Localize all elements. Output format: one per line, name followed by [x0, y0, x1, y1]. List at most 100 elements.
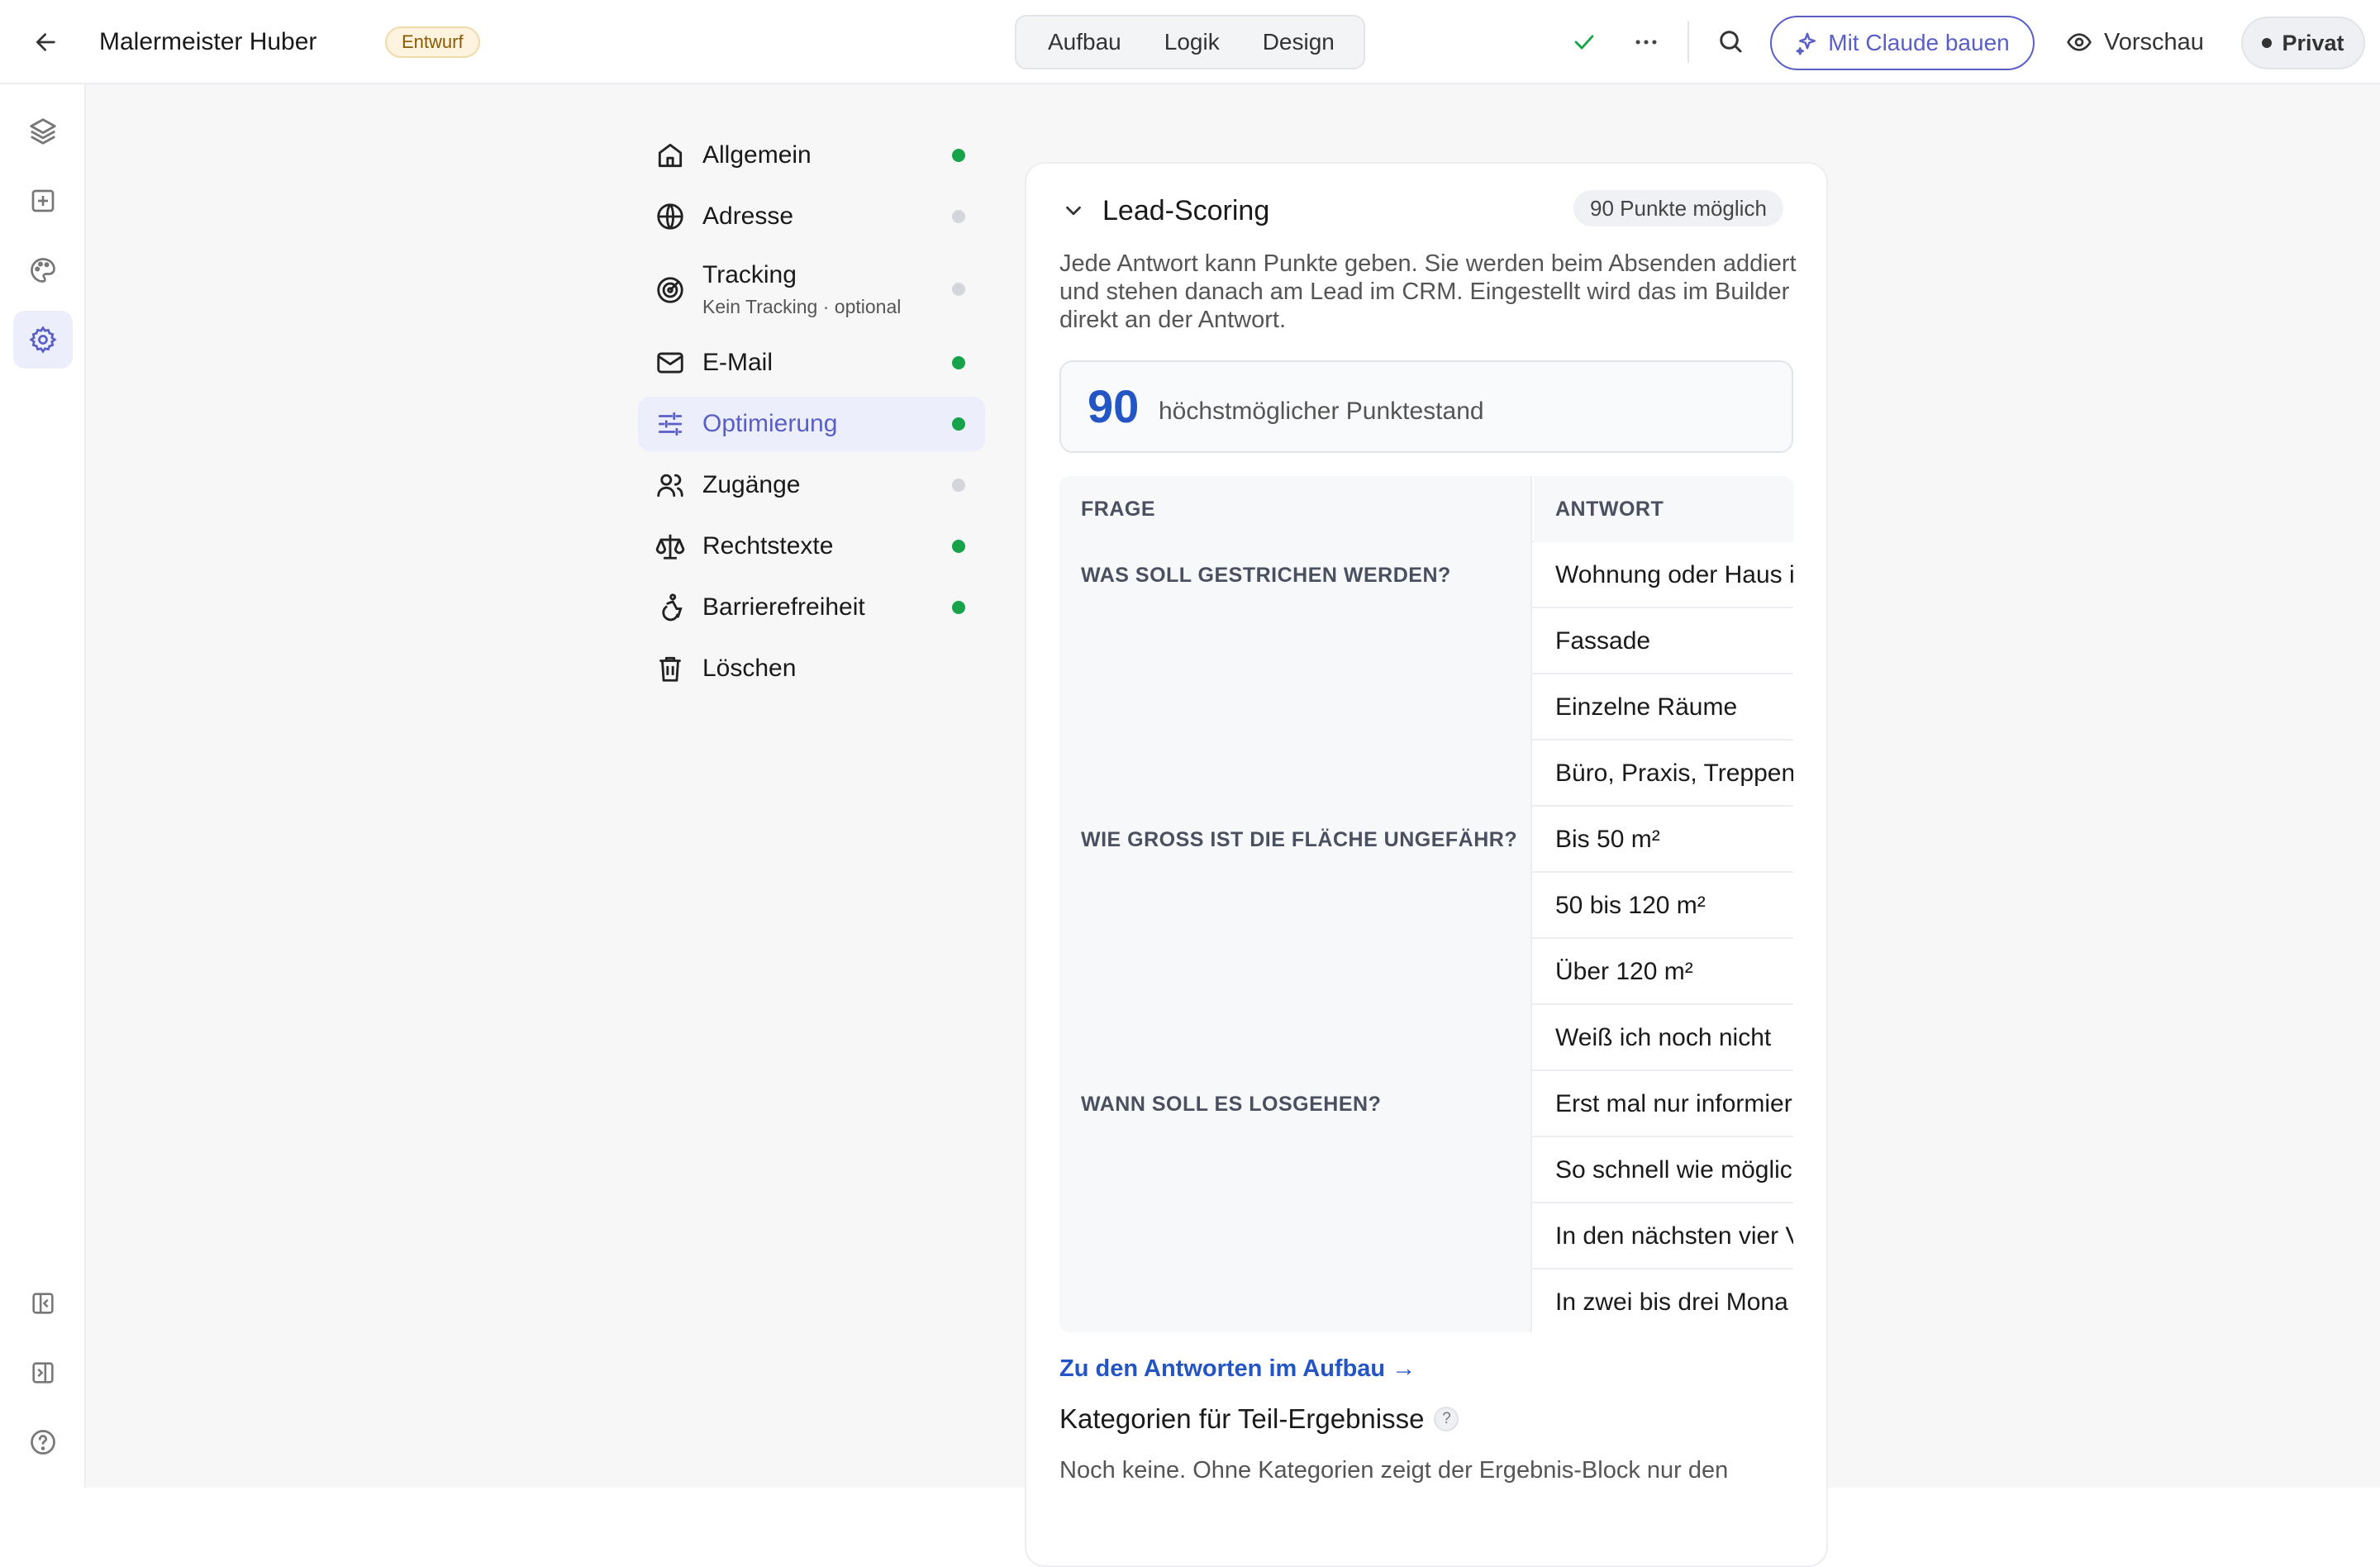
nav-item-optimierung[interactable]: Optimierung	[638, 397, 985, 451]
categories-heading: Kategorien für Teil-Ergebnisse ?	[1059, 1400, 1459, 1438]
question-cell: WAS SOLL GESTRICHEN WERDEN?	[1059, 542, 1532, 608]
accessibility-icon	[654, 592, 686, 623]
add-block-icon[interactable]	[13, 172, 73, 230]
answer-cell: Büro, Praxis, Treppen	[1555, 760, 1793, 787]
trash-icon	[654, 653, 686, 684]
question-cell	[1059, 873, 1532, 939]
points-badge: 90 Punkte möglich	[1573, 190, 1783, 226]
question-cell	[1059, 1269, 1532, 1332]
answer-cell: Über 120 m²	[1555, 958, 1693, 985]
nav-item-zugaenge[interactable]: Zugänge	[638, 458, 985, 512]
users-icon	[654, 469, 686, 501]
answer-cell: Wohnung oder Haus i	[1555, 561, 1793, 588]
section-title: Lead-Scoring	[1102, 195, 1270, 226]
table-row: Einzelne Räume	[1059, 674, 1793, 741]
claude-button-label: Mit Claude bauen	[1828, 30, 2010, 55]
visibility-label: Privat	[2282, 30, 2344, 55]
answer-cell: So schnell wie möglic	[1555, 1156, 1792, 1184]
nav-item-tracking[interactable]: Tracking Kein Tracking · optional	[638, 251, 985, 327]
nav-label: E-Mail	[702, 349, 774, 376]
toolbar-divider	[1687, 21, 1689, 63]
nav-item-loeschen[interactable]: Löschen	[638, 641, 985, 696]
status-dot	[952, 479, 965, 492]
tab-aufbau[interactable]: Aufbau	[1026, 26, 1143, 59]
target-icon	[654, 274, 686, 306]
scale-icon	[654, 531, 686, 562]
question-cell	[1059, 741, 1532, 807]
scoring-table: FRAGE ANTWORT WAS SOLL GESTRICHEN WERDEN…	[1059, 476, 1793, 1332]
question-cell	[1059, 1137, 1532, 1203]
question-cell	[1059, 674, 1532, 741]
nav-item-rechtstexte[interactable]: Rechtstexte	[638, 519, 985, 574]
question-cell: WIE GROSS IST DIE FLÄCHE UNGEFÄHR?	[1059, 807, 1532, 873]
home-icon	[654, 140, 686, 171]
question-cell	[1059, 1005, 1532, 1071]
eye-icon	[2066, 29, 2092, 55]
status-dot	[952, 540, 965, 553]
status-dot	[952, 601, 965, 614]
back-arrow-icon[interactable]	[25, 25, 68, 60]
nav-item-adresse[interactable]: Adresse	[638, 189, 985, 244]
nav-label: Tracking	[702, 261, 797, 288]
preview-button[interactable]: Vorschau	[2066, 23, 2204, 61]
settings-gear-icon[interactable]	[13, 311, 73, 369]
answer-cell: Weiß ich noch nicht	[1555, 1024, 1772, 1051]
sparkle-icon	[1795, 31, 1820, 55]
status-dot	[952, 149, 965, 162]
lead-scoring-card: Lead-Scoring 90 Punkte möglich Jede Antw…	[1025, 162, 1828, 1567]
nav-label: Barrierefreiheit	[702, 593, 865, 621]
status-dot	[952, 283, 965, 296]
nav-item-barrierefreiheit[interactable]: Barrierefreiheit	[638, 580, 985, 635]
mail-icon	[654, 347, 686, 379]
collapse-right-panel-icon[interactable]	[13, 1344, 73, 1402]
preview-label: Vorschau	[2104, 28, 2204, 55]
page-title: Malermeister Huber	[99, 28, 317, 55]
chevron-down-icon[interactable]	[1061, 198, 1086, 223]
status-dot	[952, 417, 965, 431]
table-row: Fassade	[1059, 608, 1793, 674]
question-cell: WANN SOLL ES LOSGEHEN?	[1059, 1071, 1532, 1137]
question-cell	[1059, 939, 1532, 1005]
column-header-frage: FRAGE	[1059, 476, 1532, 542]
tab-design[interactable]: Design	[1241, 26, 1356, 59]
more-options-icon[interactable]	[1631, 28, 1664, 56]
table-row: Büro, Praxis, Treppen	[1059, 741, 1793, 807]
question-cell	[1059, 1203, 1532, 1269]
answer-cell: Bis 50 m²	[1555, 826, 1660, 853]
collapse-left-panel-icon[interactable]	[13, 1274, 73, 1332]
search-icon[interactable]	[1716, 26, 1749, 58]
categories-empty-text: Noch keine. Ohne Kategorien zeigt der Er…	[1059, 1457, 1729, 1484]
categories-title: Kategorien für Teil-Ergebnisse	[1059, 1403, 1425, 1434]
mode-tabs: Aufbau Logik Design	[1015, 15, 1365, 69]
build-with-claude-button[interactable]: Mit Claude bauen	[1770, 16, 2035, 70]
top-bar: Malermeister Huber Entwurf Aufbau Logik …	[0, 0, 2380, 84]
answer-cell: In den nächsten vier V	[1555, 1222, 1793, 1250]
nav-label: Optimierung	[702, 410, 838, 437]
nav-label: Allgemein	[702, 141, 812, 169]
table-row: In den nächsten vier V	[1059, 1203, 1793, 1269]
section-description: Jede Antwort kann Punkte geben. Sie werd…	[1059, 250, 1797, 333]
answer-cell: Fassade	[1555, 627, 1651, 655]
question-cell	[1059, 608, 1532, 674]
visibility-button[interactable]: Privat	[2241, 17, 2365, 69]
help-tooltip-icon[interactable]: ?	[1434, 1407, 1459, 1431]
nav-sublabel: Kein Tracking · optional	[702, 296, 902, 317]
nav-label: Adresse	[702, 202, 794, 230]
palette-icon[interactable]	[13, 241, 73, 299]
help-icon[interactable]	[13, 1413, 73, 1471]
table-row: WAS SOLL GESTRICHEN WERDEN? Wohnung oder …	[1059, 542, 1793, 608]
table-row: In zwei bis drei Mona	[1059, 1269, 1793, 1332]
tab-logik[interactable]: Logik	[1143, 26, 1241, 59]
answers-in-builder-link[interactable]: Zu den Antworten im Aufbau →	[1059, 1352, 1416, 1385]
nav-item-allgemein[interactable]: Allgemein	[638, 128, 985, 183]
answer-cell: 50 bis 120 m²	[1555, 892, 1706, 919]
status-dot	[952, 210, 965, 223]
nav-label: Rechtstexte	[702, 532, 834, 560]
column-header-antwort: ANTWORT	[1534, 476, 1793, 542]
status-badge: Entwurf	[385, 26, 480, 58]
layers-icon[interactable]	[13, 102, 73, 160]
icon-rail	[0, 84, 86, 1488]
sliders-icon	[654, 408, 686, 440]
nav-item-email[interactable]: E-Mail	[638, 336, 985, 390]
saved-check-icon	[1570, 28, 1600, 56]
